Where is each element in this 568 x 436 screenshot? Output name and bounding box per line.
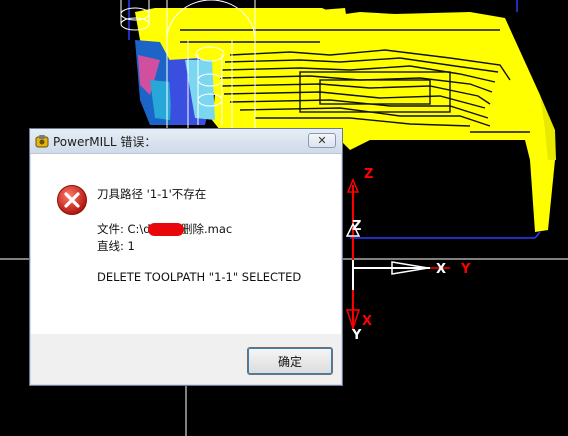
error-command: DELETE TOOLPATH "1-1" SELECTED: [97, 270, 302, 284]
error-dialog: PowerMILL 错误： ✕ 刀具路径 '1-1'不存在 文件: C:\dca…: [29, 128, 343, 386]
powermill-app-icon: [35, 135, 49, 148]
axis-label-y-lower: Y: [351, 328, 362, 343]
close-icon: ✕: [317, 134, 327, 147]
dialog-footer: 确定: [31, 334, 341, 384]
axis-label-z-upper: Z: [364, 167, 373, 182]
error-line-number: 直线: 1: [97, 239, 135, 253]
dialog-message-area: 刀具路径 '1-1'不存在 文件: C:\dcam 删除.mac 直线: 1 D…: [31, 154, 341, 334]
ok-button-label: 确定: [277, 354, 302, 369]
redaction-mark: [148, 223, 184, 236]
axis-label-y-right: Y: [460, 262, 471, 277]
error-file-suffix: 删除.mac: [181, 222, 233, 236]
error-message-title: 刀具路径 '1-1'不存在: [97, 187, 207, 201]
axis-label-x-lower: X: [362, 314, 372, 329]
ok-button[interactable]: 确定: [247, 347, 333, 375]
dialog-titlebar[interactable]: PowerMILL 错误： ✕: [30, 129, 342, 154]
axis-label-z-lower: Z: [352, 219, 361, 234]
axis-triad: [345, 178, 450, 331]
error-icon: [57, 185, 87, 215]
close-button[interactable]: ✕: [308, 133, 336, 148]
axis-label-x-right: X: [436, 262, 446, 277]
dialog-title: PowerMILL 错误：: [53, 135, 157, 149]
